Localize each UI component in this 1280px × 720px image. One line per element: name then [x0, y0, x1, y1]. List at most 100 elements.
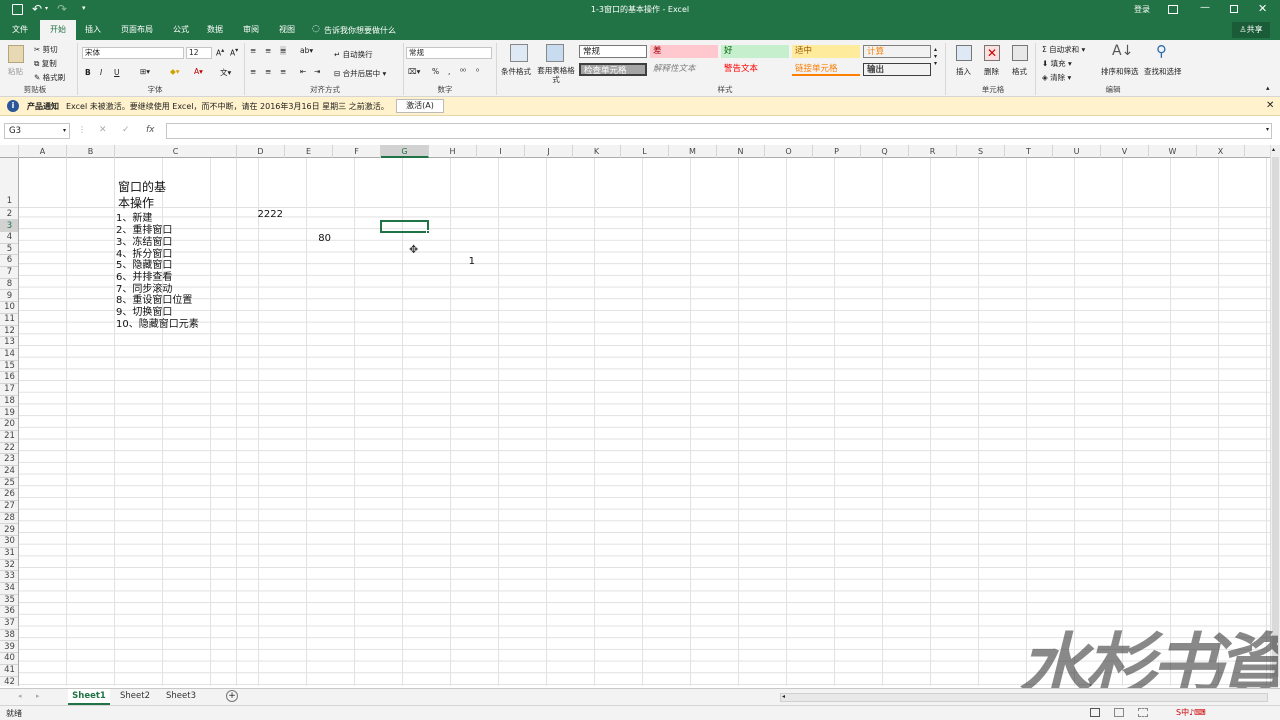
style-bad[interactable]: 差	[650, 45, 718, 58]
row-header[interactable]: 11	[0, 314, 18, 326]
column-header[interactable]: Q	[861, 145, 909, 158]
add-sheet-icon[interactable]: +	[226, 690, 238, 702]
phonetic-icon[interactable]: 文▾	[220, 67, 231, 78]
row-header[interactable]: 6	[0, 255, 18, 268]
row-header[interactable]: 15	[0, 361, 18, 373]
align-left-icon[interactable]: ≡	[250, 67, 256, 76]
delete-cells-icon[interactable]: ✕	[984, 45, 1000, 61]
clear-button[interactable]: ◈ 清除 ▾	[1042, 72, 1071, 83]
prev-sheet-icon[interactable]: ◂	[18, 692, 22, 700]
row-header[interactable]: 8	[0, 279, 18, 291]
copy-button[interactable]: ⧉ 复制	[34, 58, 57, 69]
ribbon-display-icon[interactable]	[1168, 5, 1178, 14]
row-header[interactable]: 29	[0, 525, 18, 537]
confirm-entry-icon[interactable]: ✓	[122, 125, 130, 135]
row-header[interactable]: 16	[0, 372, 18, 385]
scroll-thumb[interactable]	[1272, 157, 1279, 677]
insert-cells-icon[interactable]	[956, 45, 972, 61]
tab-data[interactable]: 数据	[200, 20, 230, 40]
row-header[interactable]: 27	[0, 501, 18, 513]
row-header[interactable]: 21	[0, 431, 18, 443]
normal-view-icon[interactable]	[1090, 708, 1100, 717]
find-select-button[interactable]: 查找和选择	[1144, 66, 1182, 77]
decrease-decimal-icon[interactable]: ⁰	[476, 67, 479, 76]
number-format-combo[interactable]: 常规	[406, 47, 492, 59]
column-header[interactable]: X	[1197, 145, 1245, 158]
italic-button[interactable]: I	[100, 68, 102, 77]
bold-button[interactable]: B	[85, 68, 91, 77]
borders-icon[interactable]: ⊞▾	[140, 67, 150, 76]
scroll-up-icon[interactable]: ▴	[1272, 146, 1275, 153]
sheet-tab-sheet3[interactable]: Sheet3	[160, 689, 202, 705]
row-header-selected[interactable]: 3	[0, 220, 18, 232]
row-header[interactable]: 37	[0, 618, 18, 630]
row-header[interactable]: 20	[0, 419, 18, 431]
row-header[interactable]: 28	[0, 513, 18, 525]
collapse-ribbon-icon[interactable]: ▴	[1266, 84, 1270, 92]
row-header[interactable]: 13	[0, 337, 18, 349]
page-layout-view-icon[interactable]	[1114, 708, 1124, 717]
tab-file[interactable]: 文件	[4, 20, 36, 40]
font-size-combo[interactable]: 12	[186, 47, 212, 59]
minimize-icon[interactable]: —	[1200, 2, 1210, 13]
column-header[interactable]: D	[237, 145, 285, 158]
column-header[interactable]: K	[573, 145, 621, 158]
row-header[interactable]: 12	[0, 326, 18, 338]
name-box-dropdown-icon[interactable]: ▾	[63, 124, 66, 138]
row-header[interactable]: 25	[0, 478, 18, 490]
expand-formula-icon[interactable]: ▾	[1266, 126, 1269, 133]
font-name-combo[interactable]: 宋体	[82, 47, 184, 59]
align-right-icon[interactable]: ≡	[280, 67, 286, 76]
horizontal-scrollbar[interactable]: ◂	[780, 693, 1268, 702]
style-warning[interactable]: 警告文本	[721, 63, 789, 76]
row-header[interactable]: 36	[0, 606, 18, 619]
vertical-scrollbar[interactable]: ▴	[1270, 145, 1280, 686]
undo-icon[interactable]: ↶	[32, 2, 42, 16]
insert-cells-button[interactable]: 插入	[956, 66, 971, 77]
worksheet-grid[interactable]: 窗口的基 本操作 1、新建 2、重排窗口 3、冻结窗口 4、拆分窗口 5、隐藏窗…	[19, 158, 1270, 686]
table-format-button[interactable]: 套用表格格式	[536, 66, 576, 84]
row-header[interactable]: 38	[0, 630, 18, 642]
share-button[interactable]: ♙共享	[1232, 22, 1270, 38]
cell-c11[interactable]: 10、隐藏窗口元素	[116, 315, 199, 330]
sort-filter-icon[interactable]: A↓	[1112, 43, 1133, 59]
row-header[interactable]: 4	[0, 232, 18, 244]
redo-icon[interactable]: ↷	[57, 2, 67, 16]
column-header[interactable]: H	[429, 145, 477, 158]
format-cells-button[interactable]: 格式	[1012, 66, 1027, 77]
row-header[interactable]: 39	[0, 642, 18, 654]
close-icon[interactable]: ✕	[1258, 2, 1267, 15]
row-header[interactable]: 1	[0, 158, 18, 208]
page-break-view-icon[interactable]	[1138, 708, 1148, 717]
fill-handle[interactable]	[426, 230, 430, 234]
increase-decimal-icon[interactable]: ⁰⁰	[460, 67, 466, 76]
grow-font-icon[interactable]: A▴	[216, 47, 224, 58]
sheet-tab-sheet2[interactable]: Sheet2	[114, 689, 156, 705]
column-header[interactable]: T	[1005, 145, 1053, 158]
style-calculation[interactable]: 计算	[863, 45, 931, 58]
indent-decrease-icon[interactable]: ⇤	[300, 67, 306, 76]
delete-cells-button[interactable]: 删除	[984, 66, 999, 77]
row-header[interactable]: 19	[0, 408, 18, 420]
paste-button[interactable]: 粘贴	[8, 66, 23, 77]
cell-h6[interactable]: 1	[429, 256, 475, 267]
row-header[interactable]: 2	[0, 208, 18, 220]
row-header[interactable]: 7	[0, 267, 18, 279]
row-header[interactable]: 10	[0, 302, 18, 314]
row-header[interactable]: 22	[0, 443, 18, 455]
column-header[interactable]: I	[477, 145, 525, 158]
row-header[interactable]: 42	[0, 677, 18, 686]
scroll-left-icon[interactable]: ◂	[782, 693, 785, 700]
column-header[interactable]: C	[115, 145, 237, 158]
indent-increase-icon[interactable]: ⇥	[314, 67, 320, 76]
paste-icon[interactable]	[8, 45, 24, 63]
column-header[interactable]: S	[957, 145, 1005, 158]
style-linked-cell[interactable]: 链接单元格	[792, 63, 860, 76]
tab-view[interactable]: 视图	[272, 20, 302, 40]
wrap-text-button[interactable]: ↵ 自动换行	[334, 49, 373, 60]
row-header[interactable]: 40	[0, 653, 18, 665]
row-header[interactable]: 26	[0, 489, 18, 502]
select-all-corner[interactable]	[0, 145, 19, 158]
column-header[interactable]: A	[19, 145, 67, 158]
tab-page-layout[interactable]: 页面布局	[112, 20, 162, 40]
